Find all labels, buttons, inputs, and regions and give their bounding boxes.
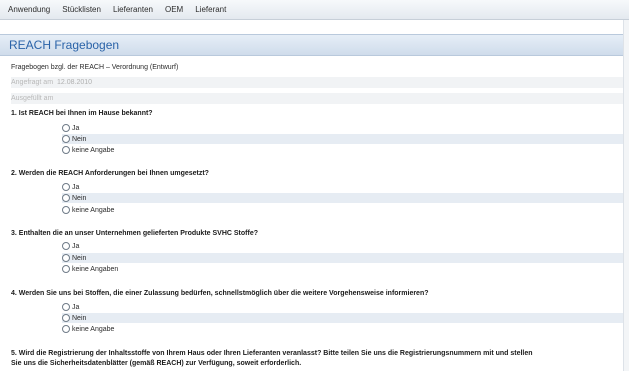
question-5-text-line-2: Sie uns die Sicherheitsdatenblätter (gem… <box>11 360 302 367</box>
option-label: Ja <box>72 183 80 191</box>
question-1-option-nein[interactable]: Nein <box>62 134 623 144</box>
option-label: Nein <box>72 194 87 202</box>
question-3-option-ja[interactable]: Ja <box>62 241 623 251</box>
question-3-option-keine-angaben[interactable]: keine Angaben <box>62 264 623 274</box>
radio-button-icon[interactable] <box>62 183 70 191</box>
radio-button-icon[interactable] <box>62 325 70 333</box>
radio-button-icon[interactable] <box>62 265 70 273</box>
radio-button-icon[interactable] <box>62 124 70 132</box>
question-3-text: 3. Enthalten die an unser Unternehmen ge… <box>11 230 258 237</box>
option-label: keine Angabe <box>72 146 115 154</box>
radio-button-icon[interactable] <box>62 194 70 202</box>
requested-date-value: 12.08.2010 <box>57 79 93 86</box>
question-1-option-keine-angabe[interactable]: keine Angabe <box>62 145 623 155</box>
filled-date-row: Ausgefüllt am <box>11 93 623 104</box>
page-title-bar: REACH Fragebogen <box>0 34 629 56</box>
filled-date-label: Ausgefüllt am <box>11 95 54 102</box>
radio-button-icon[interactable] <box>62 303 70 311</box>
question-3-option-nein[interactable]: Nein <box>62 253 623 263</box>
option-label: Ja <box>72 124 80 132</box>
radio-button-icon[interactable] <box>62 242 70 250</box>
option-label: Nein <box>72 135 87 143</box>
menu-item-stuecklisten[interactable]: Stücklisten <box>62 5 101 14</box>
option-label: Ja <box>72 242 80 250</box>
option-label: keine Angabe <box>72 325 115 333</box>
option-label: Ja <box>72 303 80 311</box>
requested-date-row: Angefragt am 12.08.2010 <box>11 77 623 88</box>
option-label: keine Angaben <box>72 265 119 273</box>
question-4-option-nein[interactable]: Nein <box>62 313 623 323</box>
menu-item-lieferanten[interactable]: Lieferanten <box>113 5 153 14</box>
radio-button-icon[interactable] <box>62 254 70 262</box>
question-4-text: 4. Werden Sie uns bei Stoffen, die einer… <box>11 290 429 297</box>
radio-button-icon[interactable] <box>62 135 70 143</box>
option-label: Nein <box>72 254 87 262</box>
menu-bar: Anwendung Stücklisten Lieferanten OEM Li… <box>0 0 629 20</box>
question-4-option-keine-angabe[interactable]: keine Angabe <box>62 324 623 334</box>
question-2-option-keine-angabe[interactable]: keine Angabe <box>62 205 623 215</box>
menu-item-lieferant[interactable]: Lieferant <box>195 5 226 14</box>
radio-button-icon[interactable] <box>62 206 70 214</box>
question-2-option-ja[interactable]: Ja <box>62 182 623 192</box>
question-2-option-nein[interactable]: Nein <box>62 193 623 203</box>
question-1-option-ja[interactable]: Ja <box>62 123 623 133</box>
option-label: keine Angabe <box>72 206 115 214</box>
page-title: REACH Fragebogen <box>9 38 120 52</box>
question-5-text: 5. Wird die Registrierung der Inhaltssto… <box>11 350 533 357</box>
question-1-text: 1. Ist REACH bei Ihnen im Hause bekannt? <box>11 110 153 117</box>
requested-date-label: Angefragt am <box>11 79 54 86</box>
question-4-option-ja[interactable]: Ja <box>62 302 623 312</box>
option-label: Nein <box>72 314 87 322</box>
scrollbar-track[interactable] <box>623 20 629 371</box>
question-2-text: 2. Werden die REACH Anforderungen bei Ih… <box>11 170 209 177</box>
menu-item-oem[interactable]: OEM <box>165 5 183 14</box>
page-subtitle: Fragebogen bzgl. der REACH – Verordnung … <box>11 64 179 71</box>
radio-button-icon[interactable] <box>62 314 70 322</box>
reach-questionnaire-app: Anwendung Stücklisten Lieferanten OEM Li… <box>0 0 629 371</box>
menu-item-anwendung[interactable]: Anwendung <box>8 5 50 14</box>
radio-button-icon[interactable] <box>62 146 70 154</box>
